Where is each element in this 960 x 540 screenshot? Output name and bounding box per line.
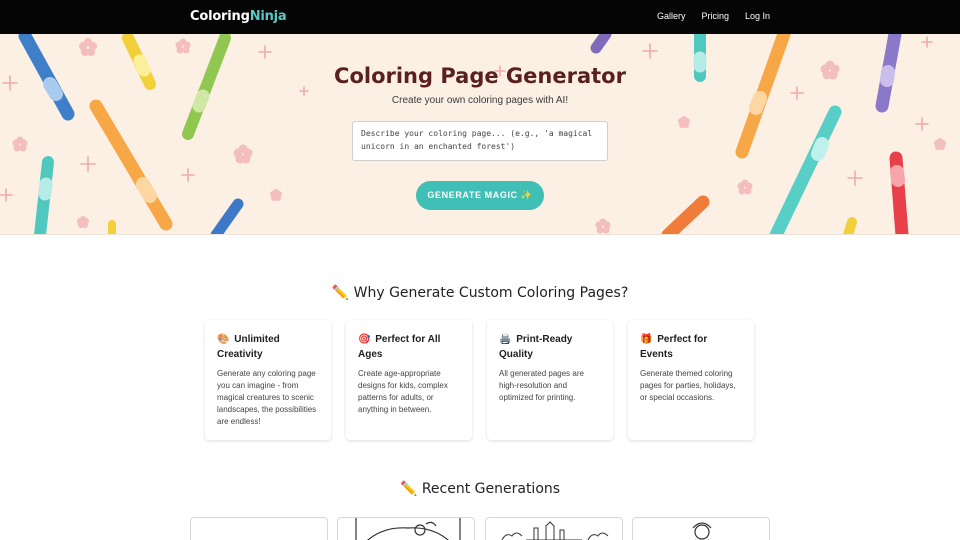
coloring-prompt-input[interactable] <box>352 121 608 161</box>
features-grid: 🎨 Unlimited Creativity Generate any colo… <box>205 320 755 440</box>
feature-card-title: 🎯 Perfect for All Ages <box>358 332 460 362</box>
recent-generation-thumbnail[interactable] <box>190 517 328 540</box>
pencil-icon: ✏️ <box>399 481 418 497</box>
logo-text-ninja: Ninja <box>249 9 287 24</box>
recent-section-heading: ✏️ Recent Generations <box>0 481 960 497</box>
feature-card-title: 🎁 Perfect for Events <box>640 332 742 362</box>
nav-links: Gallery Pricing Log In <box>657 11 770 21</box>
logo[interactable]: ColoringNinja <box>190 9 287 24</box>
feature-card-text: Create age-appropriate designs for kids,… <box>358 369 448 414</box>
why-section-title: Why Generate Custom Coloring Pages? <box>353 285 629 301</box>
coloring-page-preview-image <box>501 521 609 540</box>
feature-card-title-text: Perfect for All Ages <box>358 334 441 360</box>
feature-card-print-ready: 🖨️ Print-Ready Quality All generated pag… <box>487 320 613 440</box>
page-subtitle: Create your own coloring pages with AI! <box>391 95 569 106</box>
feature-card-all-ages: 🎯 Perfect for All Ages Create age-approp… <box>346 320 472 440</box>
coloring-page-preview-image <box>355 518 461 540</box>
feature-card-text: Generate any coloring page you can imagi… <box>217 369 317 426</box>
page-title: Coloring Page Generator <box>334 64 626 88</box>
feature-card-unlimited-creativity: 🎨 Unlimited Creativity Generate any colo… <box>205 320 331 440</box>
feature-card-text: Generate themed coloring pages for parti… <box>640 369 736 402</box>
top-navbar: ColoringNinja Gallery Pricing Log In <box>0 0 960 34</box>
recent-section-title: Recent Generations <box>421 481 561 497</box>
recent-generation-thumbnail[interactable] <box>337 517 475 540</box>
coloring-page-preview-image <box>692 522 712 540</box>
nav-link-pricing[interactable]: Pricing <box>701 11 729 21</box>
why-section-heading: ✏️ Why Generate Custom Coloring Pages? <box>0 285 960 301</box>
nav-link-login[interactable]: Log In <box>745 11 770 21</box>
feature-card-title: 🎨 Unlimited Creativity <box>217 332 319 362</box>
recent-generation-thumbnail[interactable] <box>485 517 623 540</box>
logo-text-coloring: Coloring <box>190 9 250 24</box>
gift-icon: 🎁 <box>640 334 653 345</box>
printer-icon: 🖨️ <box>499 334 512 345</box>
feature-card-events: 🎁 Perfect for Events Generate themed col… <box>628 320 754 440</box>
feature-card-title: 🖨️ Print-Ready Quality <box>499 332 601 362</box>
nav-link-gallery[interactable]: Gallery <box>657 11 686 21</box>
palette-icon: 🎨 <box>217 334 230 345</box>
pencil-icon: ✏️ <box>331 285 350 301</box>
target-icon: 🎯 <box>358 334 371 345</box>
feature-card-text: All generated pages are high-resolution … <box>499 369 584 402</box>
generate-magic-button[interactable]: GENERATE MAGIC ✨ <box>416 181 544 210</box>
recent-generation-thumbnail[interactable] <box>632 517 770 540</box>
hero-banner: Coloring Page Generator Create your own … <box>0 34 960 235</box>
